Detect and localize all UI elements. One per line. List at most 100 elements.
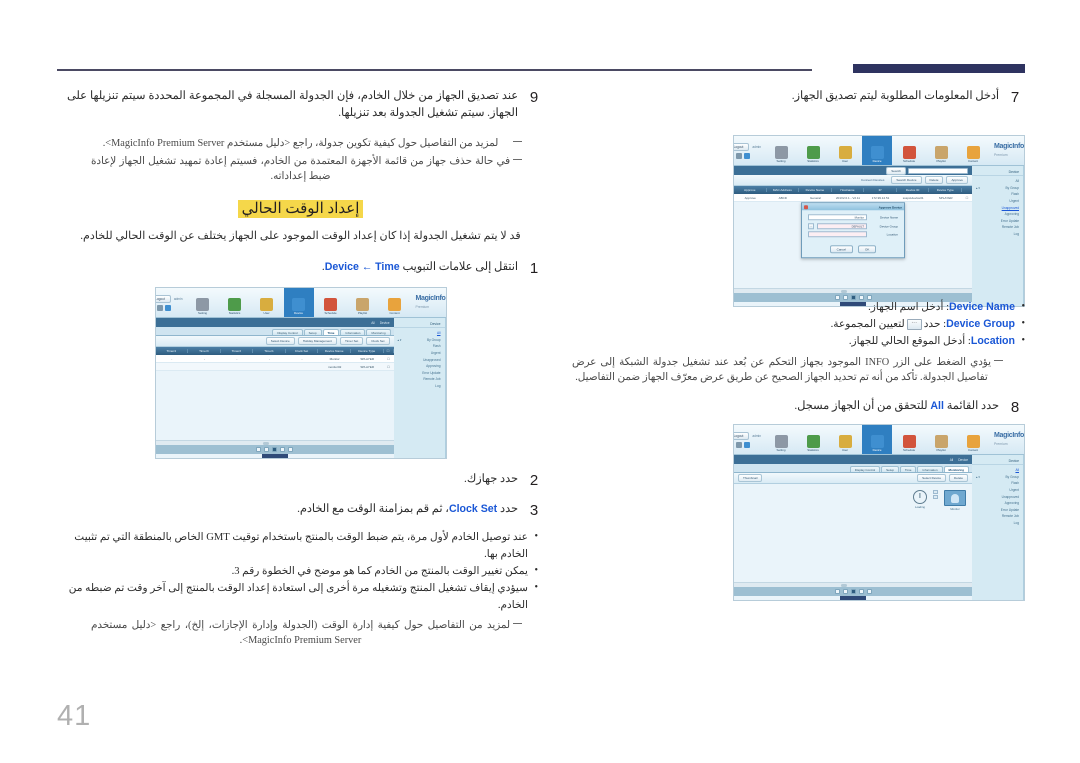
pager-last-3[interactable] bbox=[256, 447, 261, 452]
nav-setting[interactable]: Setting bbox=[766, 136, 796, 165]
pager-current-2[interactable] bbox=[850, 589, 856, 594]
nav-playlist[interactable]: Playlist bbox=[926, 136, 956, 165]
pager-prev-3[interactable] bbox=[280, 447, 285, 452]
globe-icon-2[interactable] bbox=[743, 441, 750, 448]
col-device-type[interactable]: Device Type bbox=[929, 188, 962, 192]
time-row-checkbox-1[interactable]: ☐ bbox=[384, 357, 394, 361]
table-row[interactable]: ☐ SPLAYER ssspd-device01 172.99.12.51 20… bbox=[734, 194, 972, 202]
pager-first-2[interactable] bbox=[866, 589, 872, 594]
pager-next-3[interactable] bbox=[264, 447, 269, 452]
sidebar-item-log-3[interactable]: Log bbox=[394, 383, 445, 390]
sidebar-item-flash[interactable]: Flash bbox=[972, 191, 1023, 198]
sidebar-item-error-update-2[interactable]: Error Update bbox=[972, 507, 1023, 514]
approve-button[interactable]: Approve bbox=[946, 176, 968, 184]
nav-statistics-2[interactable]: Statistics bbox=[798, 425, 828, 454]
tab-setup[interactable]: Setup bbox=[881, 466, 899, 472]
dialog-input-device-group[interactable]: DEFAULT bbox=[817, 223, 867, 230]
nav-user[interactable]: User bbox=[830, 136, 860, 165]
col-hostname[interactable]: Hostname bbox=[832, 188, 865, 192]
row-approve-button[interactable]: Approve bbox=[734, 196, 767, 200]
help-icon-3[interactable] bbox=[157, 304, 164, 311]
alert-icon-3[interactable] bbox=[155, 305, 156, 311]
time-col-timer4[interactable]: Timer4 bbox=[156, 349, 189, 353]
tab-time[interactable]: Time bbox=[899, 466, 917, 472]
time-col-timer3[interactable]: Timer3 bbox=[188, 349, 221, 353]
device-info-icon[interactable] bbox=[933, 495, 938, 499]
select-device-button-3[interactable]: Select Device bbox=[265, 337, 295, 345]
globe-icon-3[interactable] bbox=[165, 304, 172, 311]
sidebar-item-approving-3[interactable]: Approving bbox=[394, 363, 445, 370]
delete-button[interactable]: Delete bbox=[924, 176, 944, 184]
logout-button-3[interactable]: Logout bbox=[155, 294, 171, 303]
chevron-down-icon-2[interactable]: ▾ ▴ bbox=[976, 475, 980, 479]
help-icon-2[interactable] bbox=[735, 441, 742, 448]
sidebar-item-unapproved-2[interactable]: Unapproved bbox=[972, 493, 1023, 500]
tab-monitoring[interactable]: Monitoring bbox=[943, 466, 969, 472]
nav-statistics-3[interactable]: Statistics bbox=[220, 288, 250, 317]
nav-content-2[interactable]: Content bbox=[958, 425, 988, 454]
chevron-down-icon[interactable]: ▾ ▴ bbox=[976, 186, 980, 190]
browse-group-button[interactable]: … bbox=[808, 223, 814, 230]
search-input[interactable] bbox=[908, 168, 968, 174]
horizontal-scrollbar[interactable] bbox=[734, 288, 972, 293]
tab-information[interactable]: Information bbox=[917, 466, 943, 472]
pager-first-3[interactable] bbox=[288, 447, 293, 452]
nav-statistics[interactable]: Statistics bbox=[798, 136, 828, 165]
sidebar-item-error-update[interactable]: Error Update bbox=[972, 218, 1023, 225]
col-mac[interactable]: MAC Address bbox=[767, 188, 800, 192]
sidebar-item-remote-job[interactable]: Remote Job bbox=[972, 224, 1023, 231]
time-table-row[interactable]: ☐ SPLAYER Monitor - - - - - bbox=[155, 355, 394, 363]
sidebar-item-remote-job-3[interactable]: Remote Job bbox=[394, 376, 445, 383]
pager-prev-2[interactable] bbox=[858, 589, 864, 594]
nav-playlist-2[interactable]: Playlist bbox=[926, 425, 956, 454]
device-edit-icon[interactable] bbox=[933, 490, 938, 494]
sidebar-item-by-group-3[interactable]: By Group ▾ ▴ bbox=[394, 337, 445, 344]
sidebar-item-flash-3[interactable]: Flash bbox=[394, 343, 445, 350]
nav-schedule-3[interactable]: Schedule bbox=[316, 288, 346, 317]
tab-monitoring-3[interactable]: Monitoring bbox=[366, 329, 391, 335]
dialog-cancel-button[interactable]: Cancel bbox=[829, 245, 853, 254]
nav-user-2[interactable]: User bbox=[830, 425, 860, 454]
nav-user-3[interactable]: User bbox=[252, 288, 282, 317]
sidebar-item-log-2[interactable]: Log bbox=[972, 520, 1023, 527]
time-col-device-type[interactable]: Device Type bbox=[351, 349, 384, 353]
alert-icon-2[interactable] bbox=[733, 442, 734, 448]
tab-display-control-3[interactable]: Display Control bbox=[272, 329, 303, 335]
nav-device-3[interactable]: Device bbox=[283, 288, 314, 317]
time-row-checkbox-2[interactable]: ☐ bbox=[384, 365, 394, 369]
nav-content[interactable]: Content bbox=[958, 136, 988, 165]
sidebar-item-remote-job-2[interactable]: Remote Job bbox=[972, 513, 1023, 520]
sidebar-item-urgent[interactable]: Urgent bbox=[972, 198, 1023, 205]
col-device-id[interactable]: Device ID bbox=[897, 188, 930, 192]
sidebar-item-all[interactable]: All bbox=[972, 178, 1023, 185]
sidebar-item-flash-2[interactable]: Flash bbox=[972, 480, 1023, 487]
logout-button-2[interactable]: Logout bbox=[734, 431, 750, 440]
nav-setting-2[interactable]: Setting bbox=[766, 425, 796, 454]
tab-information-3[interactable]: Information bbox=[340, 329, 366, 335]
pager-last-2[interactable] bbox=[834, 589, 840, 594]
pager-next-2[interactable] bbox=[842, 589, 848, 594]
pager-current-3[interactable] bbox=[272, 447, 277, 452]
tab-time-3[interactable]: Time bbox=[322, 329, 340, 335]
dialog-input-location[interactable] bbox=[808, 231, 867, 238]
time-col-clock-set[interactable]: Clock Set bbox=[286, 349, 319, 353]
col-device-name[interactable]: Device Name bbox=[799, 188, 832, 192]
sidebar-item-all-2[interactable]: All bbox=[972, 467, 1023, 474]
nav-setting-3[interactable]: Setting bbox=[188, 288, 218, 317]
horizontal-scrollbar-2[interactable] bbox=[734, 582, 972, 587]
search-button[interactable]: Search bbox=[886, 167, 906, 175]
sidebar-item-error-update-3[interactable]: Error Update bbox=[394, 370, 445, 377]
device-card[interactable]: Monitor bbox=[944, 490, 966, 511]
nav-schedule-2[interactable]: Schedule bbox=[894, 425, 924, 454]
sidebar-item-by-group[interactable]: By Group ▾ ▴ bbox=[972, 185, 1023, 192]
breadcrumb-item-all-2[interactable]: All bbox=[950, 458, 954, 462]
delete-button-2[interactable]: Delete bbox=[949, 474, 968, 482]
breadcrumb-item-device-2[interactable]: Device bbox=[958, 458, 968, 462]
sidebar-item-log[interactable]: Log bbox=[972, 231, 1023, 238]
close-icon[interactable] bbox=[804, 205, 808, 210]
search-device-button[interactable]: Search Device bbox=[891, 176, 922, 184]
sidebar-item-approving-2[interactable]: Approving bbox=[972, 500, 1023, 507]
holiday-management-button[interactable]: Holiday Management bbox=[297, 337, 337, 345]
power-icon[interactable] bbox=[913, 490, 927, 504]
col-ip[interactable]: IP bbox=[864, 188, 897, 192]
